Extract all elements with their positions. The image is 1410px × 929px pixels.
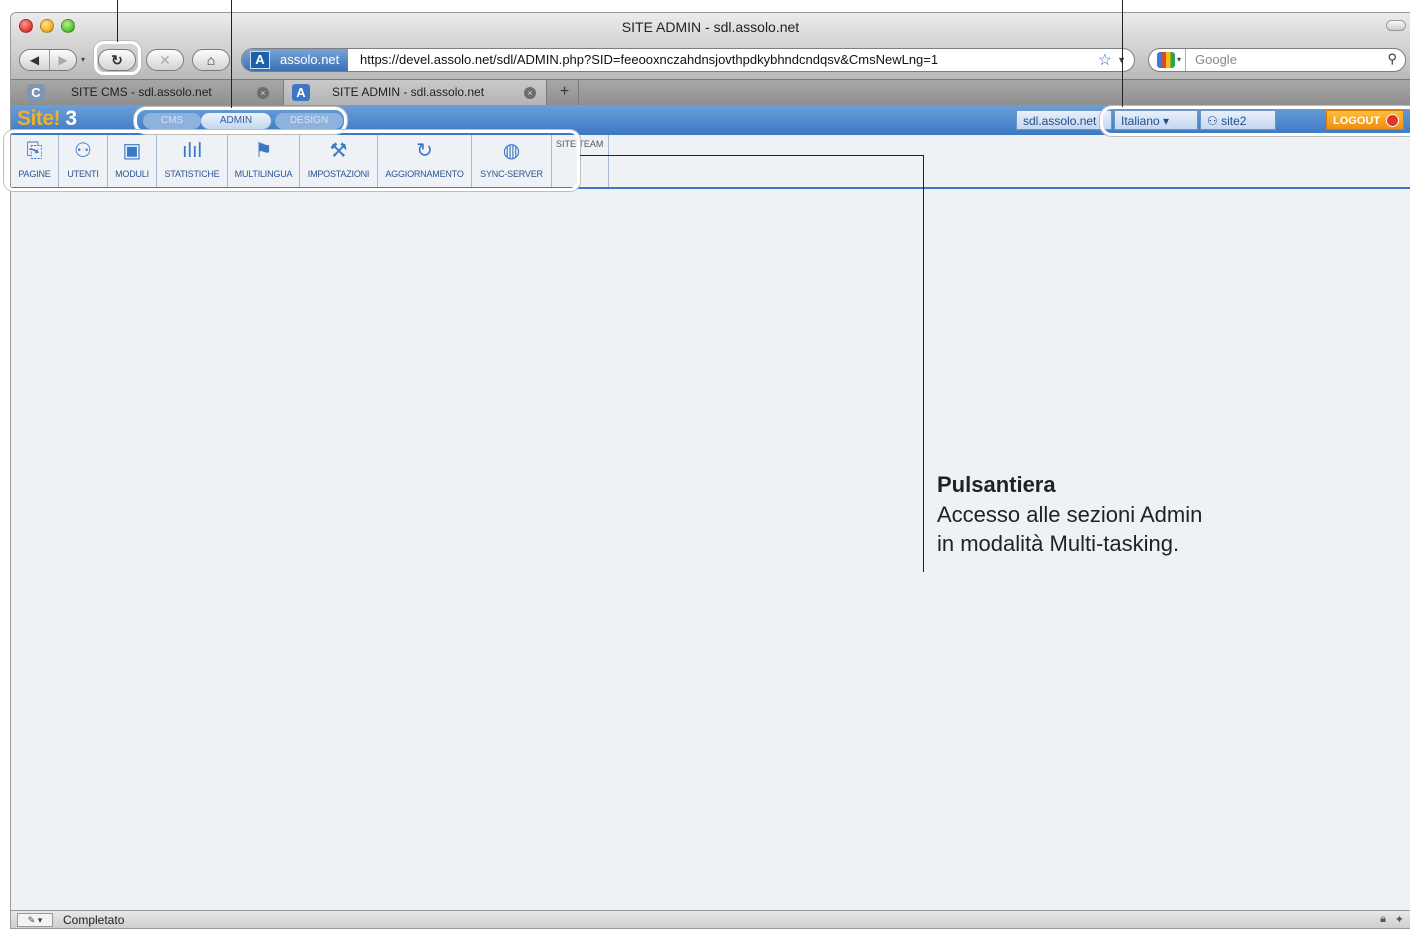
history-dropdown-icon[interactable]: ▾ [81, 55, 85, 64]
new-tab-button[interactable]: + [551, 80, 579, 105]
logo-version: 3 [65, 107, 77, 130]
wrench-icon: ✦ [1394, 914, 1404, 926]
leader-line [580, 155, 924, 156]
home-button[interactable]: ⌂ [192, 49, 230, 71]
leader-line [117, 0, 118, 42]
site-identity-badge[interactable]: A assolo.net [242, 49, 348, 71]
window-title: SITE ADMIN - sdl.assolo.net [621, 19, 800, 35]
annotation-callout: Pulsantiera Accesso alle sezioni Admin i… [937, 470, 1267, 558]
highlight-reload [94, 41, 141, 75]
domain-selector[interactable]: sdl.assolo.net [1016, 110, 1112, 130]
lock-icon: 🔒︎ [1380, 913, 1386, 925]
bookmark-star-icon[interactable]: ☆ [1098, 50, 1112, 70]
search-input[interactable]: Google [1195, 49, 1237, 71]
tab-close-icon[interactable]: × [257, 87, 269, 99]
callout-body-line: in modalità Multi-tasking. [937, 531, 1180, 556]
tab-label: SITE ADMIN - sdl.assolo.net [332, 85, 485, 99]
logo-text: Site! [17, 107, 61, 130]
search-bar[interactable]: ▾ Google ⚲ [1148, 48, 1406, 72]
stop-button[interactable]: ✕ [146, 49, 184, 71]
tab-site-cms[interactable]: C SITE CMS - sdl.assolo.net × [19, 80, 279, 105]
search-engine-dropdown-icon[interactable]: ▾ [1177, 55, 1181, 64]
forward-button[interactable]: ▶ [50, 50, 76, 70]
history-nav-group: ◀ ▶ [19, 49, 77, 71]
leader-line [1122, 0, 1123, 107]
search-icon[interactable]: ⚲ [1387, 51, 1397, 67]
status-tool-icon[interactable]: ✎ ▾ [17, 913, 53, 927]
tab-label: SITE CMS - sdl.assolo.net [71, 85, 212, 99]
status-text: Completato [63, 913, 125, 927]
tab-bar: C SITE CMS - sdl.assolo.net × A SITE ADM… [11, 79, 1410, 105]
tab-close-icon[interactable]: × [524, 87, 536, 99]
site-identity-label: assolo.net [280, 52, 340, 67]
back-button[interactable]: ◀ [20, 50, 50, 70]
search-engine-icon[interactable] [1157, 52, 1175, 68]
address-bar[interactable]: A assolo.net https://devel.assolo.net/sd… [241, 48, 1135, 72]
highlight-account-controls [1100, 106, 1410, 136]
tab-site-admin[interactable]: A SITE ADMIN - sdl.assolo.net × [283, 80, 547, 105]
title-bar: SITE ADMIN - sdl.assolo.net [11, 13, 1410, 43]
callout-title: Pulsantiera [937, 472, 1056, 497]
site-favicon-icon: A [250, 51, 270, 69]
figure: SITE ADMIN - sdl.assolo.net ◀ ▶ ▾ ↻ ✕ ⌂ … [0, 0, 1410, 929]
leader-line [231, 0, 232, 108]
callout-body-line: Accesso alle sezioni Admin [937, 502, 1203, 527]
browser-toolbar: ◀ ▶ ▾ ↻ ✕ ⌂ A assolo.net https://devel.a… [11, 43, 1410, 79]
tab-favicon-icon: C [27, 84, 45, 101]
url-text[interactable]: https://devel.assolo.net/sdl/ADMIN.php?S… [360, 49, 938, 71]
toolbar-toggle-button[interactable] [1386, 20, 1406, 31]
status-bar: ✎ ▾ Completato 🔒︎ ✦ [11, 910, 1410, 928]
search-separator [1185, 49, 1186, 71]
leader-line [923, 155, 924, 572]
site-logo: Site! 3 [17, 107, 77, 131]
tab-favicon-icon: A [292, 84, 310, 101]
highlight-admin-toolbar [4, 130, 580, 191]
